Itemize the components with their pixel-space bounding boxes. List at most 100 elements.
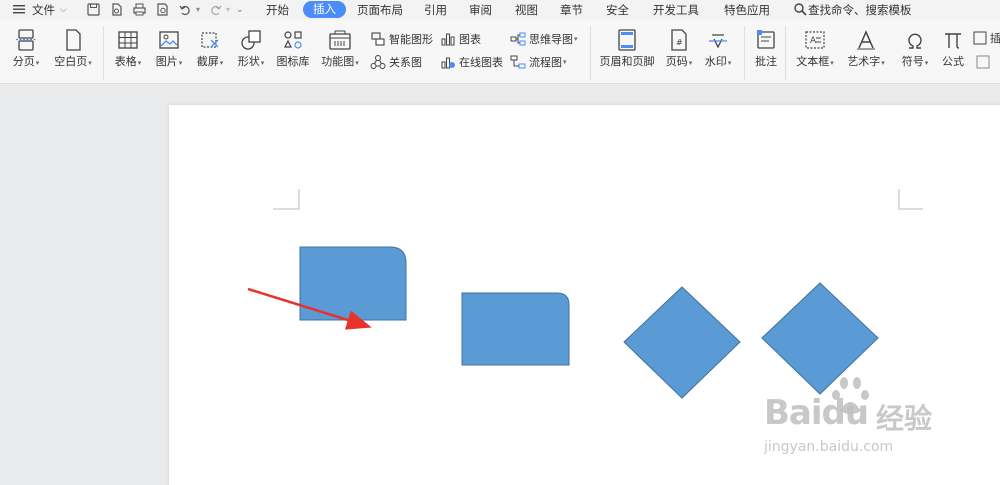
diamond-shape[interactable] xyxy=(623,286,741,399)
page-number-button[interactable]: # 页码▾ xyxy=(662,28,696,70)
watermark-icon xyxy=(709,34,727,49)
table-button[interactable]: 表格▾ xyxy=(111,28,145,70)
menu-bar: 文件 ⌵ ▾ ▾ ⌄ 开始 插入 页面布局 引用 审阅 视图 章节 安全 开发工… xyxy=(0,0,1000,20)
shape-label: 形状 xyxy=(237,55,260,68)
page-break-icon xyxy=(16,29,36,51)
smart-graphic-button[interactable]: 智能图形 xyxy=(370,30,433,48)
formula-button[interactable]: 公式 xyxy=(937,28,969,69)
word-art-button[interactable]: 艺术字▾ xyxy=(843,28,889,70)
undo-chevron-down-icon[interactable]: ▾ xyxy=(196,2,200,18)
smart-graphic-label: 智能图形 xyxy=(389,33,433,46)
export-pdf-icon[interactable] xyxy=(109,2,125,18)
round-corner-rectangle-shape-2[interactable] xyxy=(461,292,570,366)
ribbon-divider xyxy=(590,26,591,80)
icon-library-label: 图标库 xyxy=(276,55,310,68)
ribbon-divider xyxy=(785,26,786,80)
search-icon[interactable] xyxy=(793,2,809,18)
tab-chapter[interactable]: 章节 xyxy=(560,2,583,18)
svg-text:A: A xyxy=(810,36,817,46)
pi-icon xyxy=(945,33,961,49)
mind-map-button[interactable]: 思维导图 ▾ xyxy=(510,30,578,48)
page-break-label: 分页 xyxy=(12,55,35,68)
header-footer-button[interactable]: 页眉和页脚 xyxy=(597,28,657,69)
watermark-brand: Baidu xyxy=(764,393,869,433)
insert-object-label: 插 xyxy=(990,32,1000,45)
screenshot-button[interactable]: 截屏▾ xyxy=(193,28,227,70)
relation-chart-button[interactable]: 关系图 xyxy=(370,53,422,71)
tab-security[interactable]: 安全 xyxy=(606,2,629,18)
hamburger-menu-icon[interactable] xyxy=(12,2,28,18)
header-footer-icon xyxy=(618,29,636,51)
icon-library-icon xyxy=(284,31,302,49)
save-icon[interactable] xyxy=(86,2,102,18)
flowchart-label: 流程图 xyxy=(529,56,562,69)
picture-button[interactable]: 图片▾ xyxy=(152,28,186,70)
flowchart-icon xyxy=(510,55,526,69)
page-number-icon: # xyxy=(671,29,687,51)
function-chart-button[interactable]: 功能图▾ xyxy=(318,28,362,70)
chart-icon xyxy=(441,33,455,46)
insert-more-icon[interactable] xyxy=(976,53,993,71)
text-box-button[interactable]: A 文本框▾ xyxy=(793,28,837,70)
mind-map-icon xyxy=(510,32,526,46)
document-workspace: Baidu 经验 jingyan.baidu.com xyxy=(0,85,1000,485)
margin-corner-mark-right xyxy=(898,189,923,210)
picture-label: 图片 xyxy=(155,55,178,68)
symbol-label: 符号 xyxy=(901,55,924,68)
shape-icon xyxy=(241,30,261,50)
command-search-input[interactable]: 查找命令、搜索模板 xyxy=(808,2,912,18)
insert-object-button[interactable]: 插 xyxy=(973,29,1000,47)
blank-page-button[interactable]: 空白页▾ xyxy=(52,28,94,70)
undo-icon[interactable] xyxy=(178,2,194,18)
online-chart-icon xyxy=(441,57,455,69)
tab-special-apps[interactable]: 特色应用 xyxy=(724,2,770,18)
redo-icon[interactable] xyxy=(208,2,224,18)
function-chart-label: 功能图 xyxy=(321,55,355,68)
symbol-button[interactable]: 符号▾ xyxy=(897,28,933,70)
header-footer-label: 页眉和页脚 xyxy=(599,55,655,68)
icon-library-button[interactable]: 图标库 xyxy=(275,28,311,69)
tab-view[interactable]: 视图 xyxy=(515,2,538,18)
tab-home[interactable]: 开始 xyxy=(266,2,289,18)
file-menu[interactable]: 文件 xyxy=(32,2,55,18)
print-icon[interactable] xyxy=(132,2,148,18)
page-number-label: 页码 xyxy=(665,55,688,68)
function-chart-icon xyxy=(329,30,351,50)
customize-toolbar-icon[interactable]: ⌄ xyxy=(236,2,244,18)
comment-icon xyxy=(757,30,775,49)
insert-object-icon xyxy=(973,31,987,45)
word-art-icon xyxy=(857,30,875,50)
table-icon xyxy=(118,31,138,49)
picture-icon xyxy=(159,31,179,49)
watermark-label: 水印 xyxy=(704,55,727,68)
print-preview-icon[interactable] xyxy=(155,2,171,18)
watermark-brand-cn: 经验 xyxy=(876,402,933,435)
relation-chart-icon xyxy=(370,55,386,69)
tab-developer-tools[interactable]: 开发工具 xyxy=(653,2,699,18)
watermark-url: jingyan.baidu.com xyxy=(764,439,894,455)
ribbon-divider xyxy=(103,26,104,80)
shape-button[interactable]: 形状▾ xyxy=(234,28,268,70)
svg-text:#: # xyxy=(676,38,683,47)
tab-review[interactable]: 审阅 xyxy=(469,2,492,18)
comment-button[interactable]: 批注 xyxy=(751,28,781,69)
insert-ribbon: 分页▾ 空白页▾ 表格▾ 图片▾ 截屏▾ 形状▾ 图标库 功能图▾ 智能图形 关… xyxy=(0,20,1000,84)
tab-page-layout[interactable]: 页面布局 xyxy=(357,2,403,18)
screenshot-label: 截屏 xyxy=(196,55,219,68)
comment-label: 批注 xyxy=(755,55,777,68)
mind-map-label: 思维导图 xyxy=(529,33,573,46)
document-page[interactable]: Baidu 经验 jingyan.baidu.com xyxy=(169,105,1000,485)
chart-button[interactable]: 图表 xyxy=(440,30,481,48)
file-chevron-down-icon[interactable]: ⌵ xyxy=(60,2,67,18)
online-chart-button[interactable]: 在线图表 xyxy=(440,53,503,71)
tab-references[interactable]: 引用 xyxy=(424,2,447,18)
ribbon-divider xyxy=(744,26,745,80)
tab-insert[interactable]: 插入 xyxy=(303,1,346,18)
watermark-button[interactable]: 水印▾ xyxy=(701,28,735,70)
flowchart-button[interactable]: 流程图 ▾ xyxy=(510,53,567,71)
online-chart-label: 在线图表 xyxy=(459,56,503,69)
word-art-label: 艺术字 xyxy=(847,55,881,68)
redo-chevron-down-icon[interactable]: ▾ xyxy=(226,2,230,18)
screenshot-icon xyxy=(201,32,219,48)
page-break-button[interactable]: 分页▾ xyxy=(8,28,44,70)
